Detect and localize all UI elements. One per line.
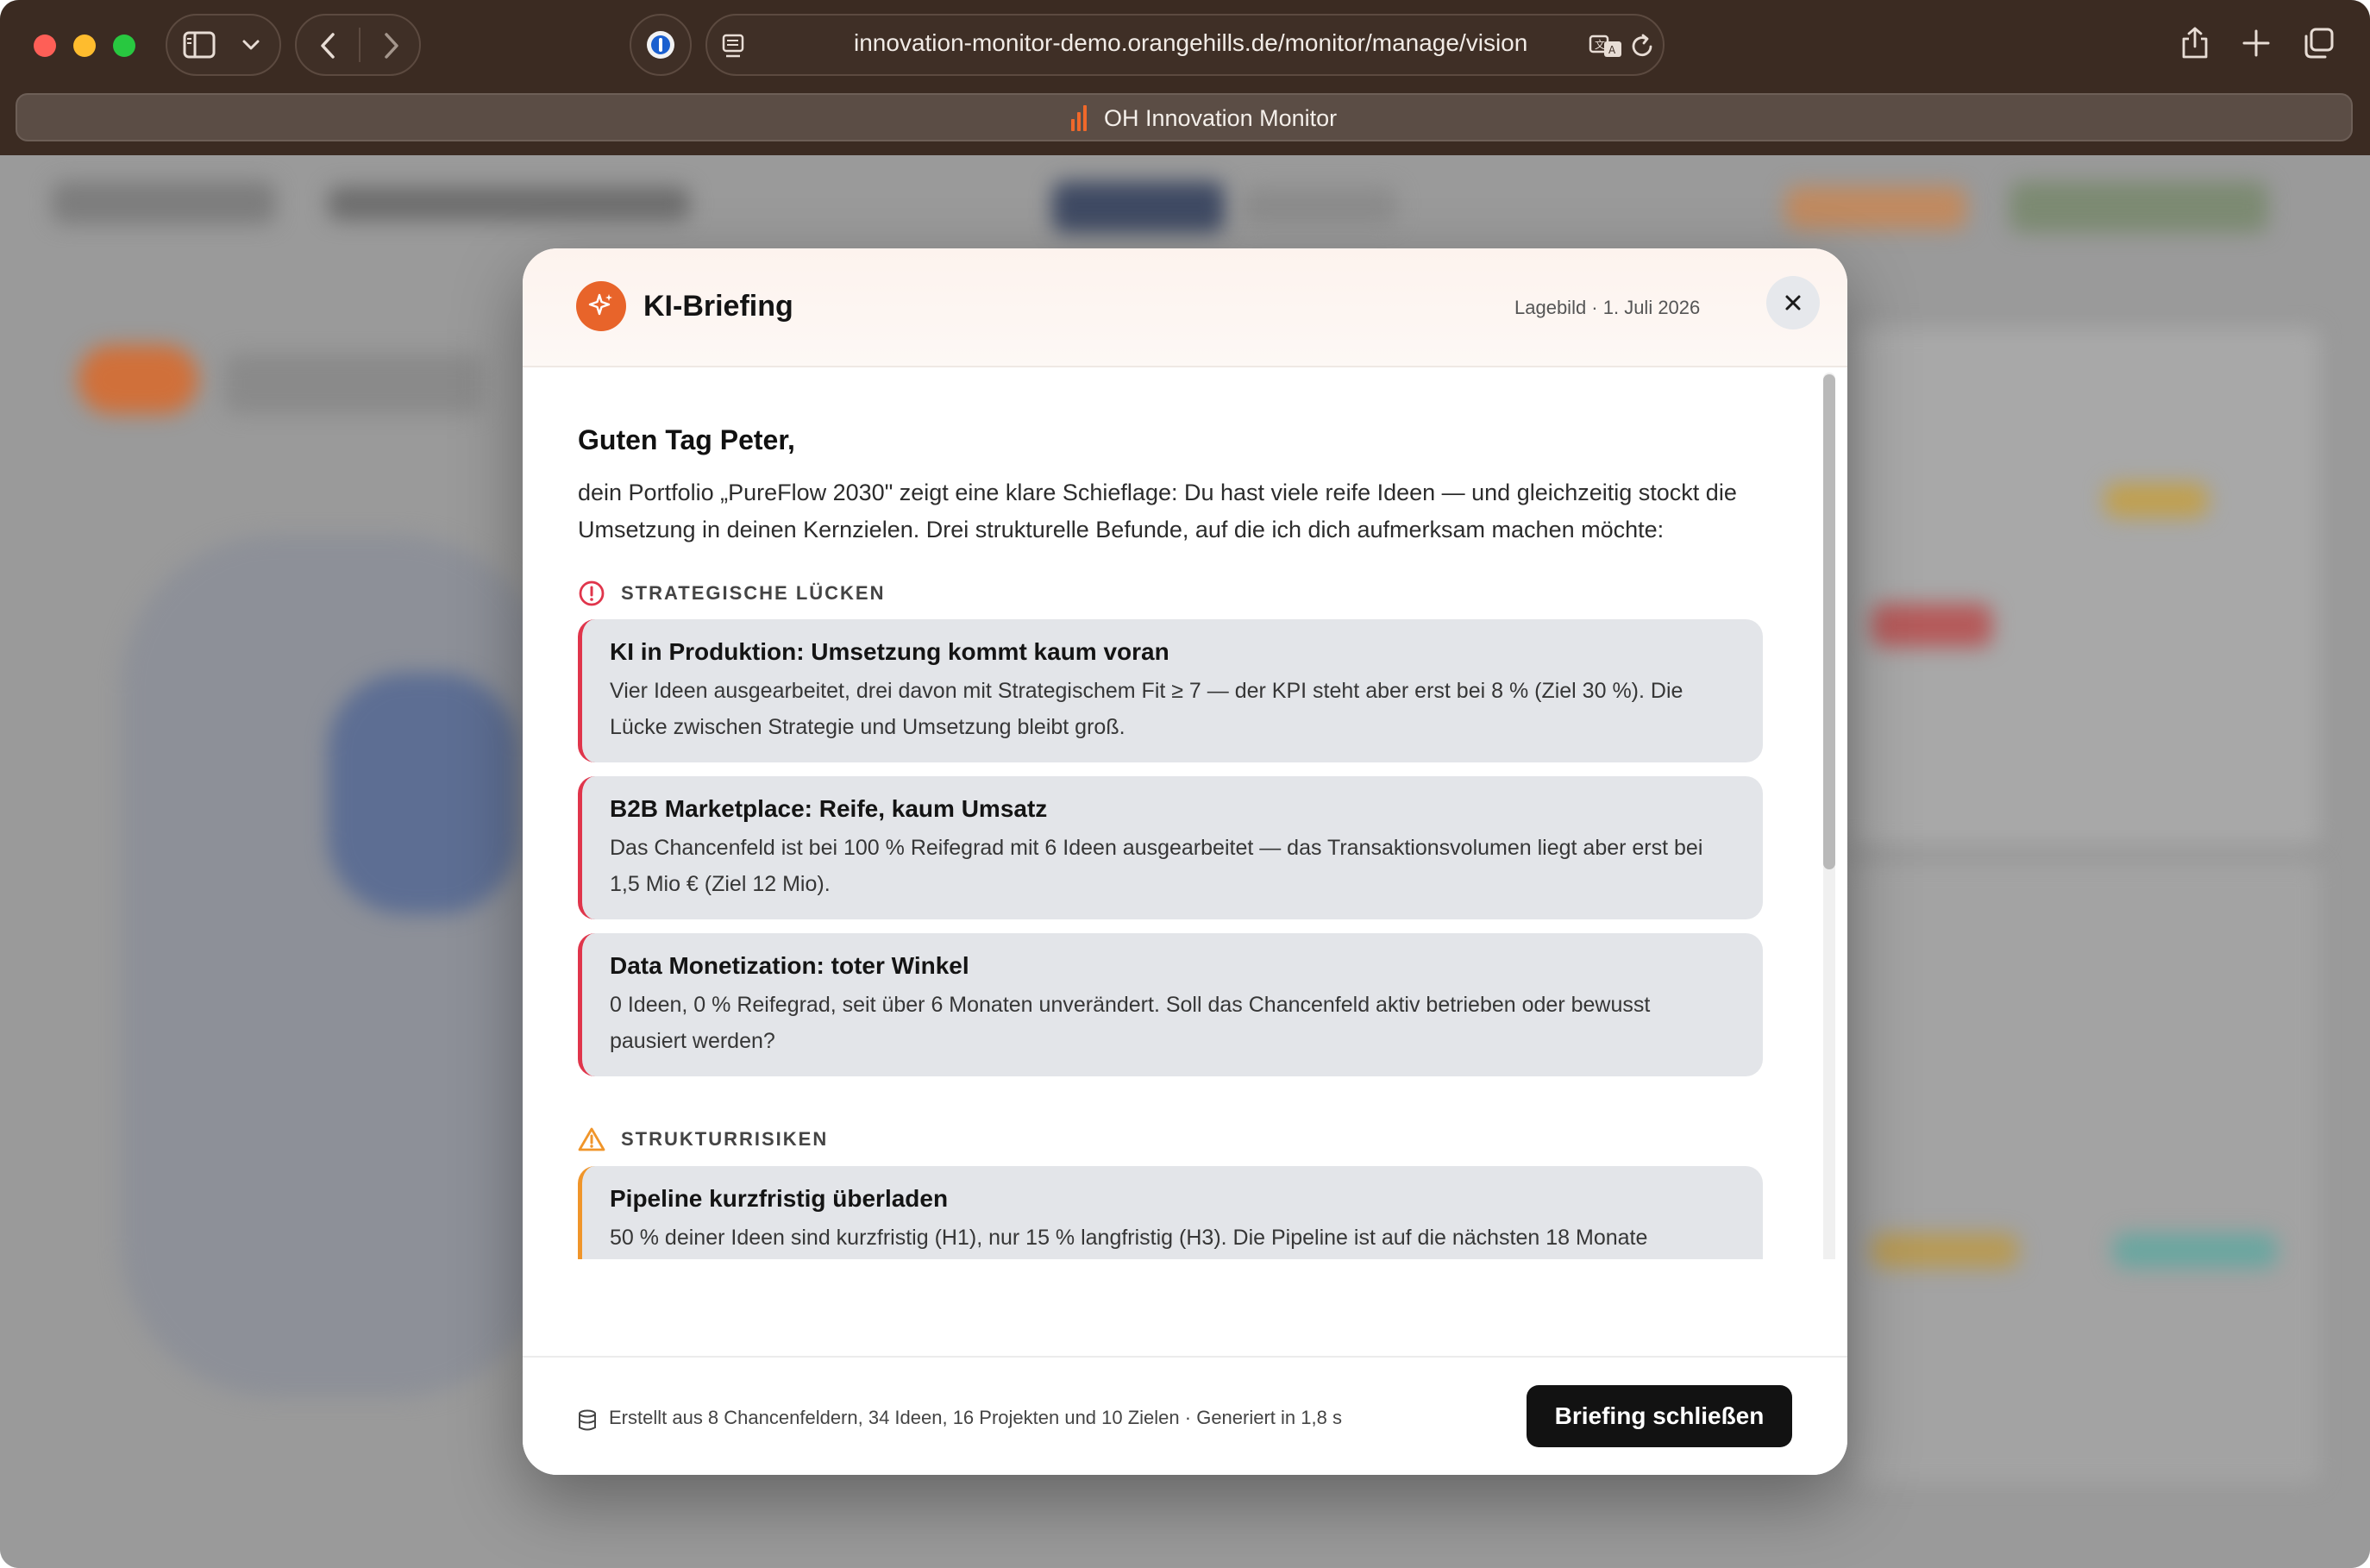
section-header-strategic-gaps: STRATEGISCHE LÜCKEN xyxy=(578,580,886,607)
reload-icon[interactable] xyxy=(1630,33,1656,60)
svg-text:A: A xyxy=(1608,44,1616,56)
section-header-structural-risks: STRUKTURRISIKEN xyxy=(578,1126,828,1152)
sidebar-toggle-button[interactable] xyxy=(166,14,281,76)
finding-card[interactable]: Pipeline kurzfristig überladen 50 % dein… xyxy=(578,1166,1763,1259)
finding-title: Pipeline kurzfristig überladen xyxy=(610,1185,949,1212)
back-icon[interactable] xyxy=(316,31,342,60)
section-label: STRATEGISCHE LÜCKEN xyxy=(621,582,886,604)
tab-title: OH Innovation Monitor xyxy=(1104,105,1338,131)
finding-card[interactable]: B2B Marketplace: Reife, kaum Umsatz Das … xyxy=(578,776,1763,919)
sidebar-icon xyxy=(183,31,216,59)
dialog-title: KI-Briefing xyxy=(643,290,793,323)
password-manager-button[interactable] xyxy=(630,14,692,76)
translate-icon[interactable]: 文 A xyxy=(1589,33,1623,60)
close-briefing-button[interactable]: Briefing schließen xyxy=(1527,1385,1792,1447)
minimize-window-button[interactable] xyxy=(73,34,96,57)
dialog-body[interactable]: Guten Tag Peter, dein Portfolio „PureFlo… xyxy=(523,366,1847,1259)
dialog-footer: Erstellt aus 8 Chancenfeldern, 34 Ideen,… xyxy=(523,1356,1847,1475)
briefing-date: Lagebild · 1. Juli 2026 xyxy=(1514,297,1701,318)
ai-briefing-dialog: KI-Briefing Lagebild · 1. Juli 2026 Gute… xyxy=(523,248,1847,1475)
dialog-header: KI-Briefing Lagebild · 1. Juli 2026 xyxy=(523,248,1847,367)
generation-info: Erstellt aus 8 Chancenfeldern, 34 Ideen,… xyxy=(609,1407,1342,1428)
zoom-window-button[interactable] xyxy=(113,34,135,57)
active-tab[interactable]: OH Innovation Monitor xyxy=(16,93,2353,141)
sparkle-badge xyxy=(576,281,626,331)
browser-window: 文 A innovation-monitor-demo.orangehills.… xyxy=(0,0,2370,1568)
plus-icon[interactable] xyxy=(2241,28,2272,59)
finding-title: KI in Produktion: Umsetzung kommt kaum v… xyxy=(610,638,1169,665)
chevron-down-icon xyxy=(242,40,260,50)
history-navigation xyxy=(295,14,421,76)
intro-paragraph: dein Portfolio „PureFlow 2030" zeigt ein… xyxy=(578,480,1737,543)
greeting: Guten Tag Peter, xyxy=(578,424,795,455)
section-label: STRUKTURRISIKEN xyxy=(621,1128,829,1150)
database-icon xyxy=(579,1409,596,1431)
url-text: innovation-monitor-demo.orangehills.de/m… xyxy=(854,29,1528,56)
warning-triangle-icon xyxy=(578,1127,605,1151)
page-icon xyxy=(722,34,744,58)
close-window-button[interactable] xyxy=(34,34,56,57)
finding-text: 0 Ideen, 0 % Reifegrad, seit über 6 Mona… xyxy=(610,993,1651,1053)
dialog-close-button[interactable] xyxy=(1766,276,1820,329)
close-icon xyxy=(1785,295,1801,310)
finding-card[interactable]: KI in Produktion: Umsetzung kommt kaum v… xyxy=(578,619,1763,762)
finding-text: Das Chancenfeld ist bei 100 % Reifegrad … xyxy=(610,836,1703,896)
scrollbar-thumb[interactable] xyxy=(1823,374,1835,869)
finding-title: B2B Marketplace: Reife, kaum Umsatz xyxy=(610,795,1048,822)
sparkle-icon xyxy=(588,293,612,316)
password-icon xyxy=(647,31,674,59)
share-button[interactable] xyxy=(2165,14,2227,76)
finding-text: Vier Ideen ausgearbeitet, drei davon mit… xyxy=(610,679,1683,739)
tab-favicon xyxy=(1071,105,1092,131)
tabs-icon[interactable] xyxy=(2301,26,2336,60)
finding-card[interactable]: Data Monetization: toter Winkel 0 Ideen,… xyxy=(578,933,1763,1076)
browser-toolbar: 文 A innovation-monitor-demo.orangehills.… xyxy=(0,0,2370,155)
finding-text: 50 % deiner Ideen sind kurzfristig (H1),… xyxy=(610,1226,1648,1250)
svg-text:文: 文 xyxy=(1595,38,1605,51)
finding-title: Data Monetization: toter Winkel xyxy=(610,952,969,979)
forward-icon[interactable] xyxy=(378,31,404,60)
share-icon xyxy=(2182,27,2208,59)
alert-circle-icon xyxy=(579,580,605,606)
